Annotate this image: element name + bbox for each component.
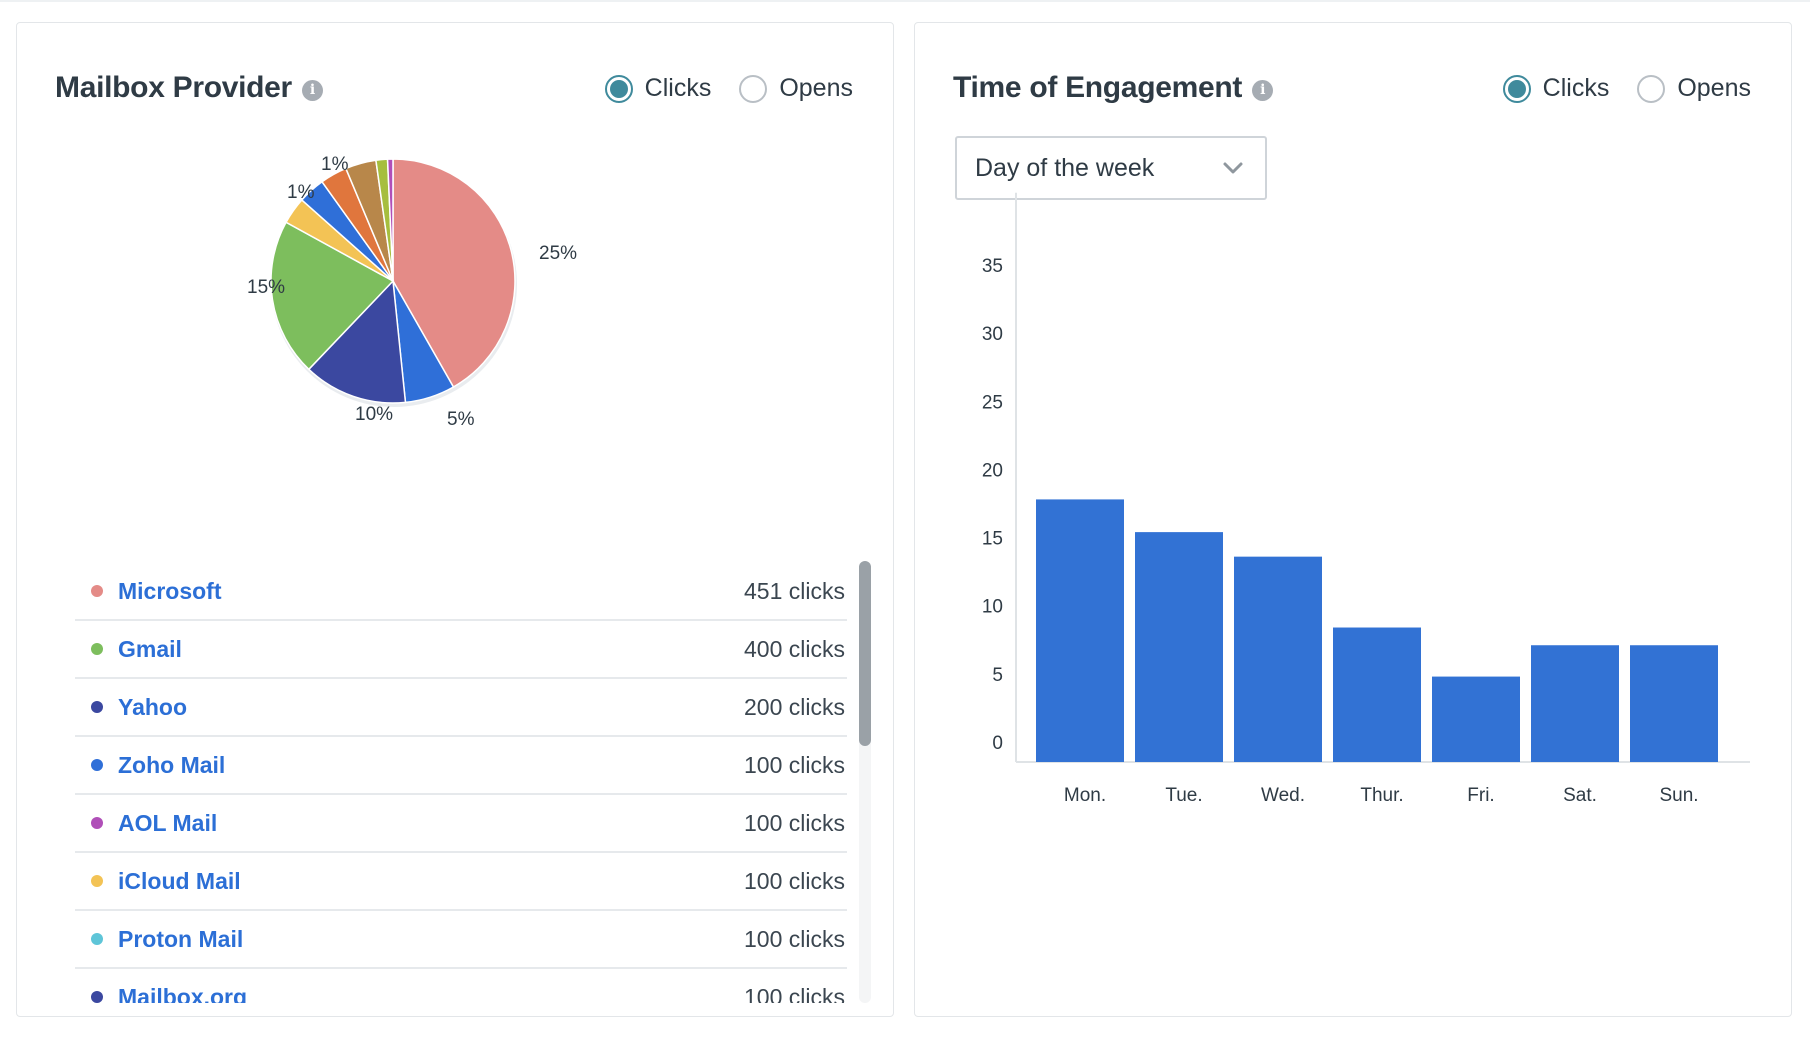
bar-sun[interactable] — [1630, 645, 1718, 762]
y-tick-label: 30 — [982, 324, 1003, 345]
y-tick-label: 25 — [982, 392, 1003, 413]
mailbox-pie-chart: 25% 5% 10% 15% 1% 1% — [247, 154, 577, 430]
provider-row[interactable]: Yahoo 200 clicks — [75, 679, 847, 737]
legend-dot-icon — [91, 817, 103, 829]
x-tick-label: Sat. — [1563, 785, 1597, 806]
provider-clicks-value: 100 clicks — [744, 751, 845, 778]
pie-slice-label: 10% — [355, 404, 393, 425]
provider-row[interactable]: Zoho Mail 100 clicks — [75, 737, 847, 795]
top-divider — [0, 0, 1810, 2]
provider-clicks-value: 100 clicks — [744, 983, 845, 1004]
y-tick-label: 10 — [982, 597, 1003, 618]
provider-row[interactable]: AOL Mail 100 clicks — [75, 795, 847, 853]
legend-dot-icon — [91, 585, 103, 597]
time-of-engagement-card: Time of Engagement i Clicks Opens Day of… — [914, 22, 1792, 1017]
bar-thur[interactable] — [1333, 627, 1421, 762]
provider-name-link[interactable]: Yahoo — [118, 694, 744, 721]
provider-row[interactable]: Microsoft 451 clicks — [75, 563, 847, 621]
legend-dot-icon — [91, 643, 103, 655]
provider-list[interactable]: Microsoft 451 clicks Gmail 400 clicks Yahoo 2… — [75, 563, 847, 1003]
x-tick-label: Thur. — [1360, 785, 1403, 806]
legend-dot-icon — [91, 991, 103, 1003]
pie-slice-label: 1% — [321, 154, 349, 175]
legend-dot-icon — [91, 701, 103, 713]
legend-dot-icon — [91, 759, 103, 771]
y-tick-label: 35 — [982, 256, 1003, 277]
bar-tue[interactable] — [1135, 532, 1223, 762]
provider-name-link[interactable]: Microsoft — [118, 578, 744, 605]
x-tick-label: Sun. — [1659, 785, 1698, 806]
provider-row[interactable]: Mailbox.org 100 clicks — [75, 969, 847, 1003]
legend-dot-icon — [91, 875, 103, 887]
x-tick-label: Wed. — [1261, 785, 1305, 806]
provider-list-scrollbar-thumb[interactable] — [859, 561, 871, 746]
provider-name-link[interactable]: Proton Mail — [118, 926, 744, 953]
provider-clicks-value: 400 clicks — [744, 635, 845, 662]
provider-clicks-value: 100 clicks — [744, 809, 845, 836]
mailbox-provider-card: Mailbox Provider i Clicks Opens 25% 5% 10%… — [16, 22, 894, 1017]
provider-name-link[interactable]: AOL Mail — [118, 810, 744, 837]
engagement-bar-chart: 0 5 10 15 20 25 30 35 Mon. Tue. Wed. Thur. Fri. Sat. S… — [982, 192, 1750, 806]
bar-wed[interactable] — [1234, 556, 1322, 762]
provider-clicks-value: 451 clicks — [744, 577, 845, 604]
pie-slice-label: 15% — [247, 277, 285, 298]
provider-name-link[interactable]: Gmail — [118, 636, 744, 663]
provider-row[interactable]: Gmail 400 clicks — [75, 621, 847, 679]
provider-row[interactable]: Proton Mail 100 clicks — [75, 911, 847, 969]
legend-dot-icon — [91, 933, 103, 945]
bar-mon[interactable] — [1036, 499, 1124, 762]
y-tick-label: 20 — [982, 460, 1003, 481]
y-tick-label: 15 — [982, 529, 1003, 550]
pie-slice-label: 5% — [447, 409, 475, 430]
x-tick-label: Mon. — [1064, 785, 1106, 806]
pie-slice-label: 1% — [287, 182, 315, 203]
provider-clicks-value: 200 clicks — [744, 693, 845, 720]
provider-name-link[interactable]: Mailbox.org — [118, 984, 744, 1004]
provider-name-link[interactable]: Zoho Mail — [118, 752, 744, 779]
provider-row[interactable]: iCloud Mail 100 clicks — [75, 853, 847, 911]
provider-clicks-value: 100 clicks — [744, 925, 845, 952]
provider-name-link[interactable]: iCloud Mail — [118, 868, 744, 895]
bar-sat[interactable] — [1531, 645, 1619, 762]
x-tick-label: Tue. — [1165, 785, 1202, 806]
pie-slice-label: 25% — [539, 243, 577, 264]
bar-fri[interactable] — [1432, 676, 1520, 762]
y-tick-label: 0 — [992, 733, 1003, 754]
y-tick-label: 5 — [992, 665, 1003, 686]
provider-clicks-value: 100 clicks — [744, 867, 845, 894]
x-tick-label: Fri. — [1467, 785, 1494, 806]
